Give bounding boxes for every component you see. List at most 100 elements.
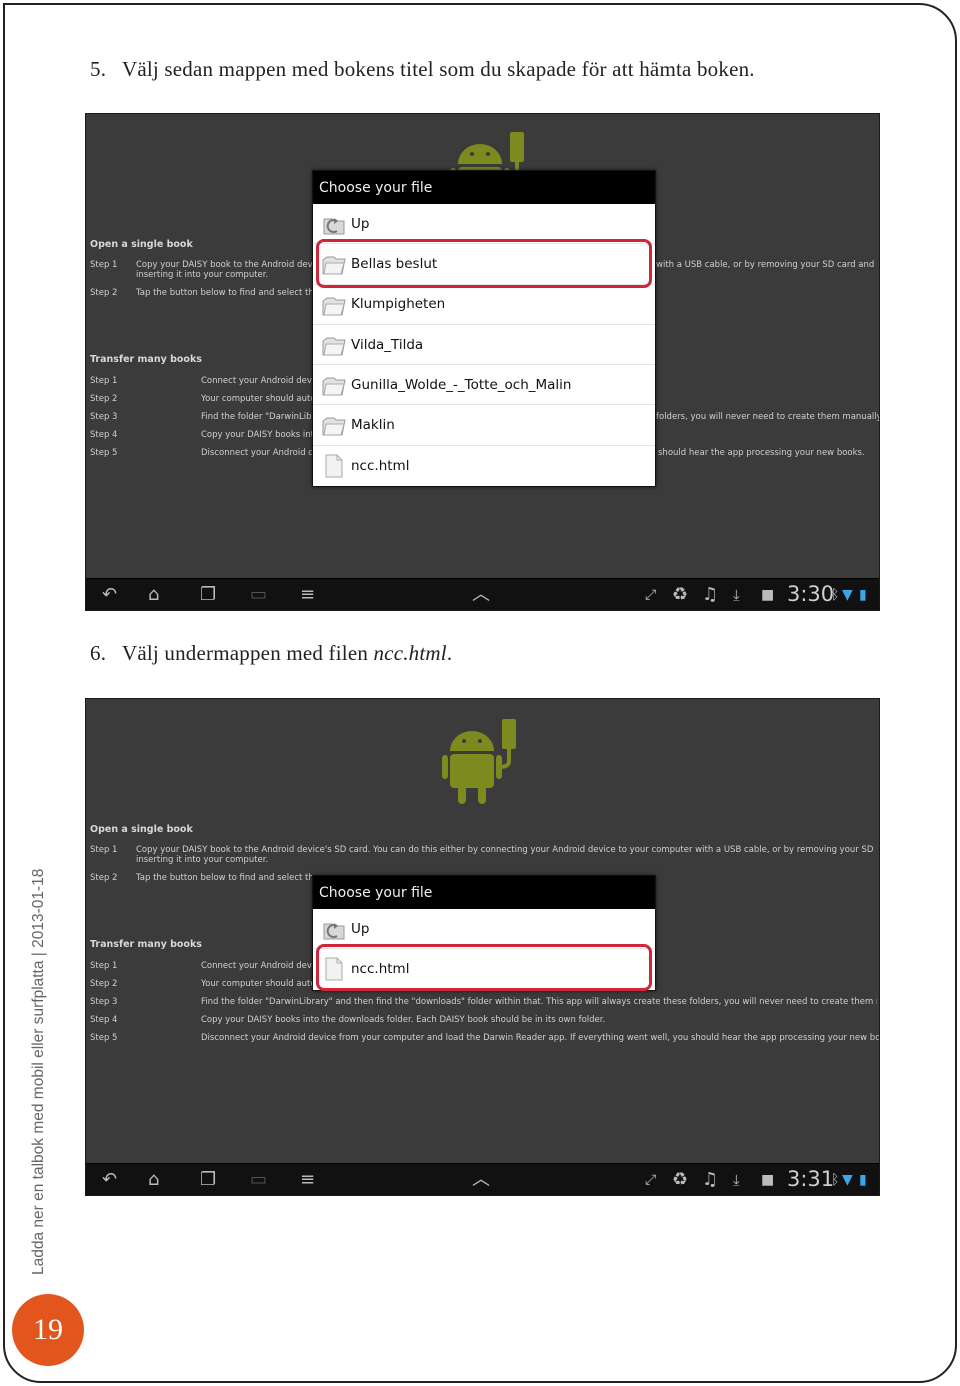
chevron-up-icon[interactable]: ︿ xyxy=(472,585,490,605)
screenshot-icon[interactable]: ▭ xyxy=(250,585,267,605)
step-number: 5. xyxy=(90,57,107,81)
transfer-step-3: Find the folder "DarwinLibrary" and then… xyxy=(201,412,312,422)
status-clock: 3:31 xyxy=(787,1167,835,1191)
step-label: Step 2 xyxy=(90,873,118,883)
screenshot-icon[interactable]: ▭ xyxy=(250,1170,267,1190)
folder-icon xyxy=(322,417,346,436)
running-footer: Ladda ner en talbok med mobil eller surf… xyxy=(30,868,47,1275)
step-end: . xyxy=(446,641,453,665)
step-label: Step 2 xyxy=(90,979,118,989)
screenshot-choose-ncc-file: Open a single book Step 1 Copy your DAIS… xyxy=(85,698,880,1196)
download-icon: ⤓ xyxy=(733,586,740,604)
folder-icon xyxy=(322,256,346,275)
music-icon: ♫ xyxy=(702,584,719,605)
battery-icon: ▮ xyxy=(859,1172,867,1188)
menu-icon[interactable]: ≡ xyxy=(300,585,315,605)
home-icon[interactable]: ⌂ xyxy=(148,585,159,605)
chevron-up-icon[interactable]: ︿ xyxy=(472,1170,490,1190)
step-label: Step 1 xyxy=(90,376,118,386)
choose-file-dialog: Choose your file Up ncc.html xyxy=(312,875,656,991)
document-icon xyxy=(325,454,343,478)
download-icon: ⤓ xyxy=(733,1171,740,1189)
transfer-step-3: Find the folder "DarwinLibrary" and then… xyxy=(201,997,877,1007)
single-step-1: Copy your DAISY book to the Android devi… xyxy=(136,845,876,855)
step-text: Välj sedan mappen med bokens titel som d… xyxy=(122,57,755,81)
file-row-label: Maklin xyxy=(351,417,395,434)
file-row-folder[interactable]: Vilda_Tilda xyxy=(313,325,655,366)
document-icon xyxy=(325,957,343,981)
recycle-icon: ♻ xyxy=(672,584,689,605)
single-step-1b: inserting it into your computer. xyxy=(136,270,269,280)
dialog-title: Choose your file xyxy=(313,171,655,204)
file-row-folder[interactable]: Maklin xyxy=(313,405,655,446)
step-6-heading: 6. Välj undermappen med filen ncc.html. xyxy=(90,641,452,666)
transfer-title: Transfer many books xyxy=(90,939,202,950)
transfer-step-1: Connect your Android device to your comp… xyxy=(201,376,312,386)
step-label: Step 3 xyxy=(90,997,118,1007)
home-icon[interactable]: ⌂ xyxy=(148,1170,159,1190)
step-label: Step 1 xyxy=(90,961,118,971)
recent-apps-icon[interactable]: ❐ xyxy=(200,1170,216,1190)
transfer-step-4: Copy your DAISY books into the downloads… xyxy=(201,1015,606,1025)
step-label: Step 5 xyxy=(90,448,118,458)
wifi-icon: ▼ xyxy=(842,587,853,603)
step-label: Step 2 xyxy=(90,394,118,404)
transfer-step-4: Copy your DAISY books into the downloads… xyxy=(201,430,312,440)
back-icon[interactable]: ↶ xyxy=(102,1170,117,1190)
bluetooth-icon: ᛒ xyxy=(831,587,840,603)
file-row-file[interactable]: ncc.html xyxy=(313,949,655,989)
file-row-up[interactable]: Up xyxy=(313,909,655,950)
file-row-label: Up xyxy=(351,920,370,937)
file-row-up[interactable]: Up xyxy=(313,204,655,245)
step-label: Step 3 xyxy=(90,412,118,422)
file-row-folder[interactable]: Klumpigheten xyxy=(313,285,655,325)
screenshot-choose-book-folder: Open a single book Step 1 Copy your DAIS… xyxy=(85,113,880,611)
folder-up-icon xyxy=(323,218,345,235)
folder-icon xyxy=(322,377,346,396)
menu-icon[interactable]: ≡ xyxy=(300,1170,315,1190)
single-step-1: Copy your DAISY book to the Android devi… xyxy=(136,260,312,270)
transfer-title: Transfer many books xyxy=(90,354,202,365)
android-usb-icon xyxy=(442,719,516,804)
page-number: 19 xyxy=(12,1294,84,1366)
single-step-1-tail: with a USB cable, or by removing your SD… xyxy=(656,260,875,270)
folder-icon xyxy=(322,297,346,316)
music-icon: ♫ xyxy=(702,1169,719,1190)
recycle-icon: ♻ xyxy=(672,1169,689,1190)
step-text: Välj undermappen med filen xyxy=(122,641,374,665)
file-row-label: ncc.html xyxy=(351,961,410,978)
transfer-step-5: Disconnect your Android device from your… xyxy=(201,1033,880,1043)
single-step-2: Tap the button below to find and select … xyxy=(136,288,312,298)
file-row-label: Bellas beslut xyxy=(351,255,438,272)
step-label: Step 1 xyxy=(90,260,118,270)
single-step-1b: inserting it into your computer. xyxy=(136,855,269,865)
step-filename: ncc.html xyxy=(373,641,447,665)
step-label: Step 1 xyxy=(90,845,118,855)
open-single-title: Open a single book xyxy=(90,239,193,250)
file-row-file[interactable]: ncc.html xyxy=(313,446,655,486)
transfer-step-5: Disconnect your Android device from your… xyxy=(201,448,312,458)
file-row-label: Vilda_Tilda xyxy=(351,336,424,353)
fullscreen-icon: ⤢ xyxy=(645,1172,657,1188)
file-row-folder[interactable]: Bellas beslut xyxy=(313,244,655,285)
step-label: Step 5 xyxy=(90,1033,118,1043)
file-row-label: Up xyxy=(351,215,370,232)
store-bag-icon: ■ xyxy=(761,1172,775,1188)
dialog-title: Choose your file xyxy=(313,876,655,909)
status-clock: 3:30 xyxy=(787,582,835,606)
transfer-step-2: Your computer should automatically detec… xyxy=(201,979,312,989)
file-row-folder[interactable]: Gunilla_Wolde_-_Totte_och_Malin xyxy=(313,365,655,406)
folder-up-icon xyxy=(323,923,345,940)
file-row-label: Klumpigheten xyxy=(351,296,446,313)
recent-apps-icon[interactable]: ❐ xyxy=(200,585,216,605)
file-row-label: Gunilla_Wolde_-_Totte_och_Malin xyxy=(351,376,572,393)
wifi-icon: ▼ xyxy=(842,1172,853,1188)
open-single-title: Open a single book xyxy=(90,824,193,835)
single-step-2: Tap the button below to find and select … xyxy=(136,873,312,883)
transfer-step-2: Your computer should automatically detec… xyxy=(201,394,312,404)
step-label: Step 4 xyxy=(90,430,118,440)
fullscreen-icon: ⤢ xyxy=(645,587,657,603)
transfer-step-5-tail: should hear the app processing your new … xyxy=(658,448,865,458)
back-icon[interactable]: ↶ xyxy=(102,585,117,605)
choose-file-dialog: Choose your file Up Bellas beslut Klumpi… xyxy=(312,170,656,488)
